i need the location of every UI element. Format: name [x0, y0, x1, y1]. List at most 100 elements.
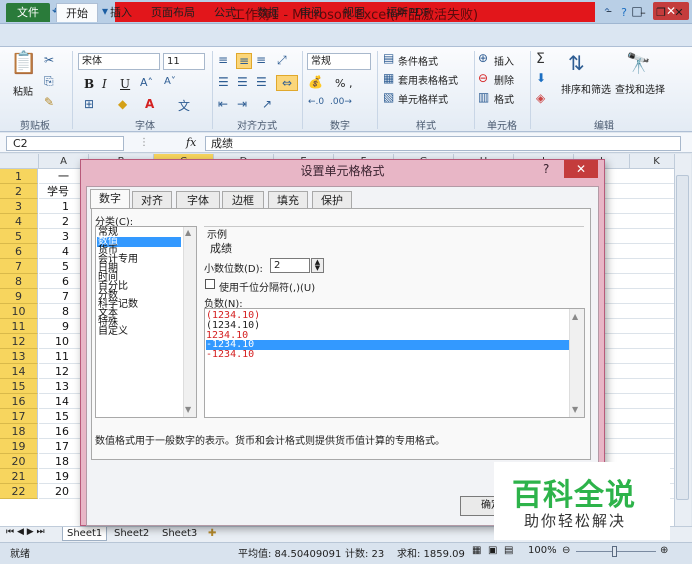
cell-a[interactable]: 10: [39, 334, 77, 349]
row-header[interactable]: 12: [0, 334, 38, 349]
ribbon-collapse-icon[interactable]: ⌃: [600, 3, 614, 22]
currency-icon[interactable]: 💰: [308, 75, 323, 89]
align-middle-icon[interactable]: ≡: [236, 53, 252, 69]
decrease-indent-icon[interactable]: ⇤: [218, 97, 228, 111]
delete-cells-icon[interactable]: ⊖: [478, 71, 488, 85]
category-item[interactable]: 自定义: [97, 327, 181, 337]
conditional-format-icon[interactable]: ▤: [383, 51, 394, 65]
cell-a[interactable]: 20: [39, 484, 77, 499]
increase-decimal-icon[interactable]: ←.0: [308, 97, 324, 107]
negative-list-scrollbar[interactable]: [569, 309, 584, 417]
align-right-icon[interactable]: ☰: [256, 75, 267, 89]
table-format-button[interactable]: 套用表格格式: [398, 72, 458, 87]
scroll-up-icon[interactable]: ▲: [572, 312, 578, 321]
row-header[interactable]: 17: [0, 409, 38, 424]
formula-input[interactable]: 成绩: [205, 136, 681, 151]
tab-home[interactable]: 开始: [56, 3, 98, 22]
format-cells-icon[interactable]: ▥: [478, 90, 489, 104]
orientation-icon[interactable]: ↗: [262, 97, 272, 111]
font-grow-icon[interactable]: A˄: [140, 76, 153, 89]
cell-a[interactable]: 17: [39, 439, 77, 454]
percent-comma-buttons[interactable]: % ,: [335, 77, 352, 90]
tab-file[interactable]: 文件: [6, 3, 50, 22]
cancel-entry-icon[interactable]: ⋮: [139, 137, 149, 148]
font-color-icon[interactable]: A: [145, 97, 154, 111]
tab-foxit-pdf[interactable]: 福昕PDF: [380, 3, 436, 22]
insert-sheet-icon[interactable]: ✚: [204, 527, 220, 541]
conditional-format-button[interactable]: 条件格式: [398, 53, 438, 68]
cell-a[interactable]: 15: [39, 409, 77, 424]
decrease-decimal-icon[interactable]: .00→: [330, 97, 352, 107]
cell-a[interactable]: 3: [39, 229, 77, 244]
row-header[interactable]: 1: [0, 169, 38, 184]
dialog-tab-font[interactable]: 字体: [176, 191, 220, 209]
negative-option[interactable]: (1234.10): [206, 311, 569, 321]
cell-a[interactable]: 6: [39, 274, 77, 289]
sheet-tab-3[interactable]: Sheet3: [158, 527, 201, 541]
paste-label[interactable]: 粘贴: [13, 83, 33, 98]
fill-icon[interactable]: ⬇: [536, 71, 546, 85]
row-header[interactable]: 18: [0, 424, 38, 439]
tab-formulas[interactable]: 公式: [207, 3, 243, 22]
table-format-icon[interactable]: ▦: [383, 71, 394, 85]
row-header[interactable]: 5: [0, 229, 38, 244]
sheet-nav-arrows-icon[interactable]: ⏮ ◀ ▶ ⏭: [6, 527, 45, 537]
cell-a[interactable]: 8: [39, 304, 77, 319]
tab-insert[interactable]: 插入: [103, 3, 139, 22]
phonetic-icon[interactable]: 文: [178, 97, 190, 114]
row-header[interactable]: 4: [0, 214, 38, 229]
name-box[interactable]: C2: [6, 136, 124, 151]
thousand-separator-checkbox[interactable]: [205, 279, 215, 289]
insert-cells-icon[interactable]: ⊕: [478, 51, 488, 65]
row-header[interactable]: 19: [0, 439, 38, 454]
cell-a[interactable]: 12: [39, 364, 77, 379]
format-cells-button[interactable]: 格式: [494, 91, 514, 106]
underline-button[interactable]: U: [120, 77, 130, 91]
text-direction-icon[interactable]: ⤢: [277, 53, 287, 68]
sort-filter-button[interactable]: 排序和筛选: [561, 81, 611, 96]
paste-icon[interactable]: 📋: [10, 51, 37, 76]
cell-a[interactable]: 13: [39, 379, 77, 394]
scroll-down-icon[interactable]: ▼: [572, 405, 578, 414]
tab-page-layout[interactable]: 页面布局: [145, 3, 201, 22]
zoom-out-icon[interactable]: ⊖: [562, 545, 570, 556]
scroll-down-icon[interactable]: ▼: [185, 405, 191, 414]
select-all-corner[interactable]: [0, 154, 39, 169]
find-select-icon[interactable]: 🔭: [626, 51, 651, 75]
view-normal-icon[interactable]: ▦: [472, 545, 481, 556]
negative-option-selected[interactable]: -1234.10: [206, 340, 569, 350]
doc-minimize-icon[interactable]: –: [636, 3, 650, 22]
row-header[interactable]: 8: [0, 274, 38, 289]
vertical-scroll-thumb[interactable]: [676, 175, 689, 500]
increase-indent-icon[interactable]: ⇥: [237, 97, 247, 111]
font-name-select[interactable]: 宋体: [78, 53, 160, 70]
row-header[interactable]: 14: [0, 364, 38, 379]
sort-filter-icon[interactable]: ⇅: [568, 51, 585, 75]
cell-a[interactable]: 一: [39, 169, 77, 184]
cell-a[interactable]: 16: [39, 424, 77, 439]
cut-icon[interactable]: ✂: [44, 53, 54, 67]
decimal-places-spinner[interactable]: ▲ ▼: [311, 258, 324, 273]
help-icon[interactable]: ?: [616, 3, 632, 22]
delete-cells-button[interactable]: 删除: [494, 72, 514, 87]
row-header[interactable]: 3: [0, 199, 38, 214]
cell-a[interactable]: 学号: [39, 184, 77, 199]
align-top-icon[interactable]: ≡: [218, 53, 228, 67]
find-select-button[interactable]: 查找和选择: [615, 81, 665, 96]
doc-restore-icon[interactable]: ❐: [654, 3, 668, 22]
row-header[interactable]: 11: [0, 319, 38, 334]
cell-a[interactable]: 2: [39, 214, 77, 229]
cell-a[interactable]: 7: [39, 289, 77, 304]
row-header[interactable]: 21: [0, 469, 38, 484]
row-header[interactable]: 16: [0, 394, 38, 409]
tab-data[interactable]: 数据: [250, 3, 286, 22]
borders-icon[interactable]: ⊞: [84, 97, 94, 111]
cell-a[interactable]: 1: [39, 199, 77, 214]
merge-center-icon[interactable]: ⇔: [276, 75, 298, 91]
italic-button[interactable]: I: [102, 77, 107, 91]
zoom-level[interactable]: 100%: [528, 545, 557, 556]
view-page-layout-icon[interactable]: ▣: [488, 545, 497, 556]
cell-a[interactable]: 19: [39, 469, 77, 484]
cell-a[interactable]: 11: [39, 349, 77, 364]
row-header[interactable]: 7: [0, 259, 38, 274]
